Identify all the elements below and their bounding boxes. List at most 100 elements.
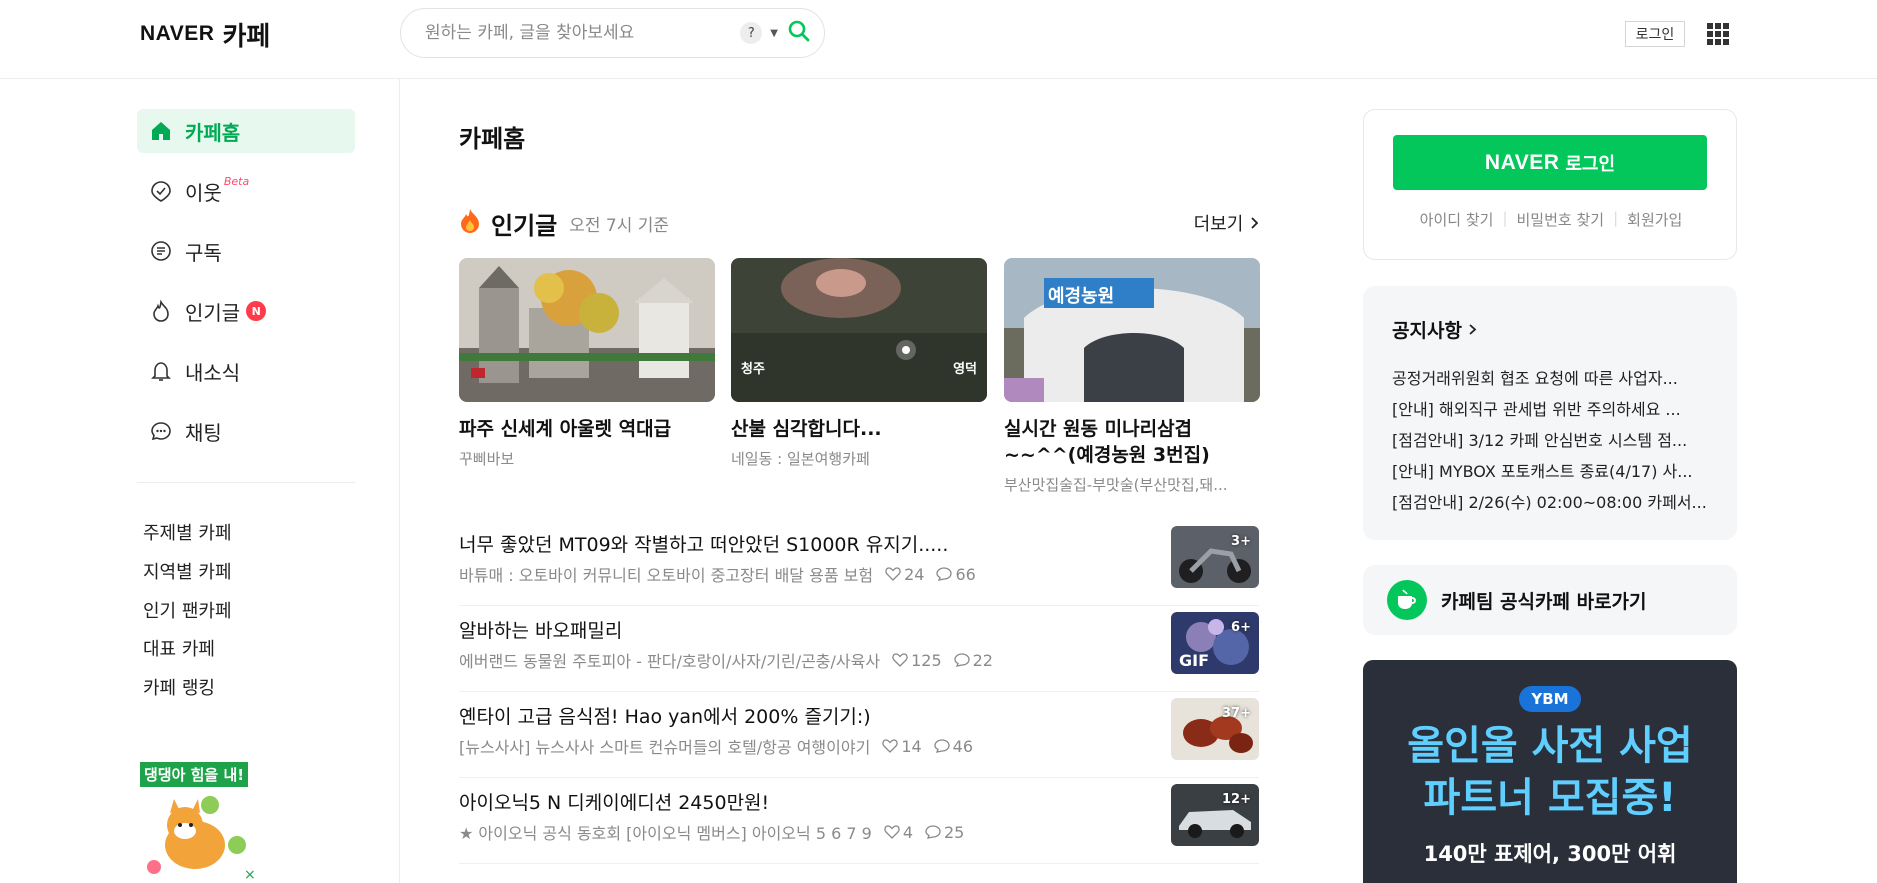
notice-box: 공지사항 공정거래위원회 협조 요청에 따른 사업자... [안내] 해외직구 … xyxy=(1363,286,1737,540)
post-title[interactable]: 알바하는 바오패밀리 xyxy=(459,616,622,643)
chat-icon xyxy=(149,419,173,443)
sidebar-item-neighbor[interactable]: 이웃 Beta xyxy=(137,169,355,213)
post-cafe[interactable]: [뉴스사사] 뉴스사사 스마트 컨슈머들의 호텔/항공 여행이야기 xyxy=(459,734,870,758)
flame-icon xyxy=(149,299,173,323)
login-box: NAVER 로그인 아이디 찾기 | 비밀번호 찾기 | 회원가입 xyxy=(1363,109,1737,260)
link-topic-cafe[interactable]: 주제별 카페 xyxy=(143,519,232,545)
naver-login-button[interactable]: NAVER 로그인 xyxy=(1393,135,1707,190)
notice-item[interactable]: [점검안내] 3/12 카페 안심번호 시스템 점... xyxy=(1392,425,1708,456)
sidebar-item-cafe-home[interactable]: 카페홈 xyxy=(137,109,355,153)
gif-badge: GIF xyxy=(1179,651,1210,670)
post-title[interactable]: 옌타이 고급 음식점! Hao yan에서 200% 즐기기:) xyxy=(459,702,871,729)
sidebar-item-popular[interactable]: 인기글 N xyxy=(137,289,355,333)
card-source[interactable]: 네일동 : 일본여행카페 xyxy=(731,448,987,469)
login-button[interactable]: 로그인 xyxy=(1625,21,1685,47)
popular-card[interactable]: 예경농원 실시간 원동 미나리삼겹 ~~^^(예경농원 3번집) 부산맛집술집-… xyxy=(1004,258,1260,495)
top-header: NAVER 카페 ? ▼ 로그인 xyxy=(0,0,1877,79)
list-item[interactable]: 알바하는 바오패밀리 에버랜드 동물원 주토피아 - 판다/호랑이/사자/기린/… xyxy=(459,606,1259,692)
post-meta: 에버랜드 동물원 주토피아 - 판다/호랑이/사자/기린/곤충/사육사 125 … xyxy=(459,648,993,672)
ad-brand: YBM xyxy=(1519,686,1581,712)
login-naver-label: NAVER xyxy=(1484,150,1560,174)
sidebar-item-label: 이웃 xyxy=(185,180,222,205)
apps-grid-icon[interactable] xyxy=(1707,23,1729,45)
list-item[interactable]: 너무 좋았던 MT09와 작별하고 떠안았던 S1000R 유지기..... 바… xyxy=(459,520,1259,606)
card-title[interactable]: 실시간 원동 미나리삼겹 ~~^^(예경농원 3번집) xyxy=(1004,416,1260,468)
new-badge: N xyxy=(246,301,267,321)
heart-icon xyxy=(882,739,898,753)
sidebar-item-label: 채팅 xyxy=(185,420,222,445)
bell-icon xyxy=(149,359,173,383)
sidebar-item-my-news[interactable]: 내소식 xyxy=(137,349,355,393)
notice-item[interactable]: [점검안내] 2/26(수) 02:00~08:00 카페서... xyxy=(1392,487,1708,518)
right-panel: NAVER 로그인 아이디 찾기 | 비밀번호 찾기 | 회원가입 공지사항 공… xyxy=(1318,79,1877,883)
chevron-right-icon xyxy=(1249,214,1259,235)
svg-text:×: × xyxy=(244,867,256,882)
search-input[interactable] xyxy=(423,22,741,44)
post-thumbnail[interactable]: 12+ xyxy=(1171,784,1259,846)
heart-icon xyxy=(885,567,901,581)
link-representative-cafe[interactable]: 대표 카페 xyxy=(143,635,215,661)
card-thumbnail[interactable]: 예경농원 xyxy=(1004,258,1260,402)
card-thumbnail[interactable]: 청주 영덕 xyxy=(731,258,987,402)
subscribe-icon xyxy=(149,239,173,263)
post-cafe[interactable]: 에버랜드 동물원 주토피아 - 판다/호랑이/사자/기린/곤충/사육사 xyxy=(459,648,880,672)
heart-icon xyxy=(892,653,908,667)
post-thumbnail[interactable]: 6+ GIF xyxy=(1171,612,1259,674)
post-title[interactable]: 아이오닉5 N 디케이에디션 2450만원! xyxy=(459,788,769,815)
card-title[interactable]: 파주 신세계 아울렛 역대급 xyxy=(459,416,715,442)
search-bar: ? ▼ xyxy=(400,8,825,58)
card-source[interactable]: 부산맛집술집-부맛술(부산맛집,돼... xyxy=(1004,474,1260,495)
post-meta: ★ 아이오닉 공식 동호회 [아이오닉 멤버스] 아이오닉 5 6 7 9 4 … xyxy=(459,820,964,844)
help-icon[interactable]: ? xyxy=(740,22,763,44)
heart-icon xyxy=(884,825,900,839)
link-fan-cafe[interactable]: 인기 팬카페 xyxy=(143,597,232,623)
popular-time: 오전 7시 기준 xyxy=(569,215,670,236)
page-title: 카페홈 xyxy=(459,125,526,153)
post-thumbnail[interactable]: 37+ xyxy=(1171,698,1259,760)
search-icon[interactable] xyxy=(788,20,810,46)
image-count: 37+ xyxy=(1222,706,1251,721)
find-password-link[interactable]: 비밀번호 찾기 xyxy=(1517,209,1605,230)
comment-count: 46 xyxy=(934,737,973,756)
comment-icon xyxy=(936,567,953,581)
cafe-team-link[interactable]: 카페팀 공식카페 바로가기 xyxy=(1363,565,1737,635)
link-region-cafe[interactable]: 지역별 카페 xyxy=(143,558,232,584)
login-links: 아이디 찾기 | 비밀번호 찾기 | 회원가입 xyxy=(1419,209,1683,230)
card-title[interactable]: 산불 심각합니다... xyxy=(731,416,987,442)
post-title[interactable]: 너무 좋았던 MT09와 작별하고 떠안았던 S1000R 유지기..... xyxy=(459,530,948,557)
more-link[interactable]: 더보기 xyxy=(1194,210,1259,236)
link-cafe-ranking[interactable]: 카페 랭킹 xyxy=(143,674,215,700)
sidebar-item-label: 구독 xyxy=(185,240,222,265)
promo-text: 댕댕아 힘을 내! xyxy=(140,762,249,787)
promo-banner[interactable]: 댕댕아 힘을 내! × xyxy=(140,762,260,883)
find-id-link[interactable]: 아이디 찾기 xyxy=(1420,209,1494,230)
post-meta: [뉴스사사] 뉴스사사 스마트 컨슈머들의 호텔/항공 여행이야기 14 46 xyxy=(459,734,973,758)
notice-item[interactable]: [안내] MYBOX 포토캐스트 종료(4/17) 사... xyxy=(1392,456,1708,487)
notice-item[interactable]: 공정거래위원회 협조 요청에 따른 사업자... xyxy=(1392,363,1708,394)
sidebar-item-subscribe[interactable]: 구독 xyxy=(137,229,355,273)
card-thumbnail[interactable] xyxy=(459,258,715,402)
post-cafe[interactable]: 바튜매 : 오토바이 커뮤니티 오토바이 중고장터 배달 용품 보험 xyxy=(459,562,873,586)
popular-header: 인기글 오전 7시 기준 xyxy=(459,207,1259,240)
ad-banner[interactable]: YBM 올인올 사전 사업 파트너 모집중! 140만 표제어, 300만 어휘 xyxy=(1363,660,1737,883)
cafe-team-icon xyxy=(1387,580,1427,620)
list-item[interactable]: 아이오닉5 N 디케이에디션 2450만원! ★ 아이오닉 공식 동호회 [아이… xyxy=(459,778,1259,864)
card-source[interactable]: 꾸삐바보 xyxy=(459,448,715,469)
post-thumbnail[interactable]: 3+ xyxy=(1171,526,1259,588)
popular-card[interactable]: 파주 신세계 아울렛 역대급 꾸삐바보 xyxy=(459,258,715,469)
caret-down-icon[interactable]: ▼ xyxy=(770,28,778,39)
notice-item[interactable]: [안내] 해외직구 관세법 위반 주의하세요 ... xyxy=(1392,394,1708,425)
sidebar-item-chat[interactable]: 채팅 xyxy=(137,409,355,453)
ad-headline-1: 올인올 사전 사업 xyxy=(1407,723,1693,769)
post-cafe[interactable]: ★ 아이오닉 공식 동호회 [아이오닉 멤버스] 아이오닉 5 6 7 9 xyxy=(459,820,872,844)
post-meta: 바튜매 : 오토바이 커뮤니티 오토바이 중고장터 배달 용품 보험 24 66 xyxy=(459,562,976,586)
comment-icon xyxy=(934,739,950,753)
sidebar-item-label: 인기글 xyxy=(185,300,241,325)
image-count: 12+ xyxy=(1222,792,1251,807)
list-item[interactable]: 옌타이 고급 음식점! Hao yan에서 200% 즐기기:) [뉴스사사] … xyxy=(459,692,1259,778)
naver-cafe-logo[interactable]: NAVER 카페 xyxy=(140,17,270,52)
signup-link[interactable]: 회원가입 xyxy=(1627,209,1682,230)
sidebar-item-label: 카페홈 xyxy=(185,120,241,145)
notice-title[interactable]: 공지사항 xyxy=(1392,316,1708,343)
popular-card[interactable]: 청주 영덕 산불 심각합니다... 네일동 : 일본여행카페 xyxy=(731,258,987,469)
